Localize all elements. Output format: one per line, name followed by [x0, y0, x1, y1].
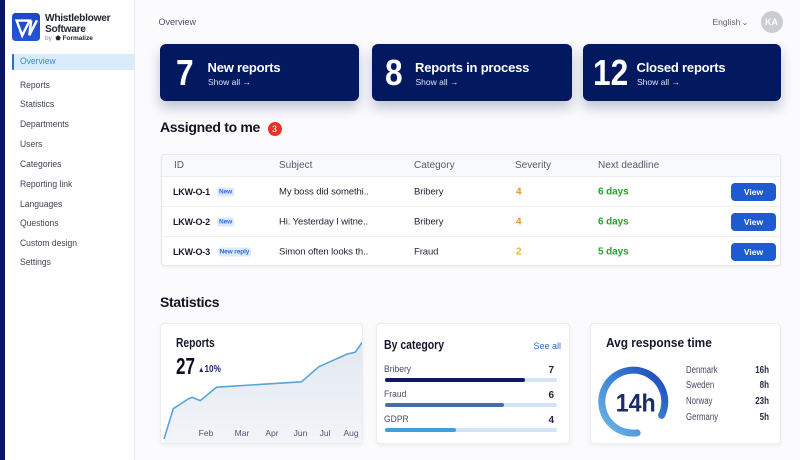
- svg-text:14h: 14h: [616, 389, 656, 417]
